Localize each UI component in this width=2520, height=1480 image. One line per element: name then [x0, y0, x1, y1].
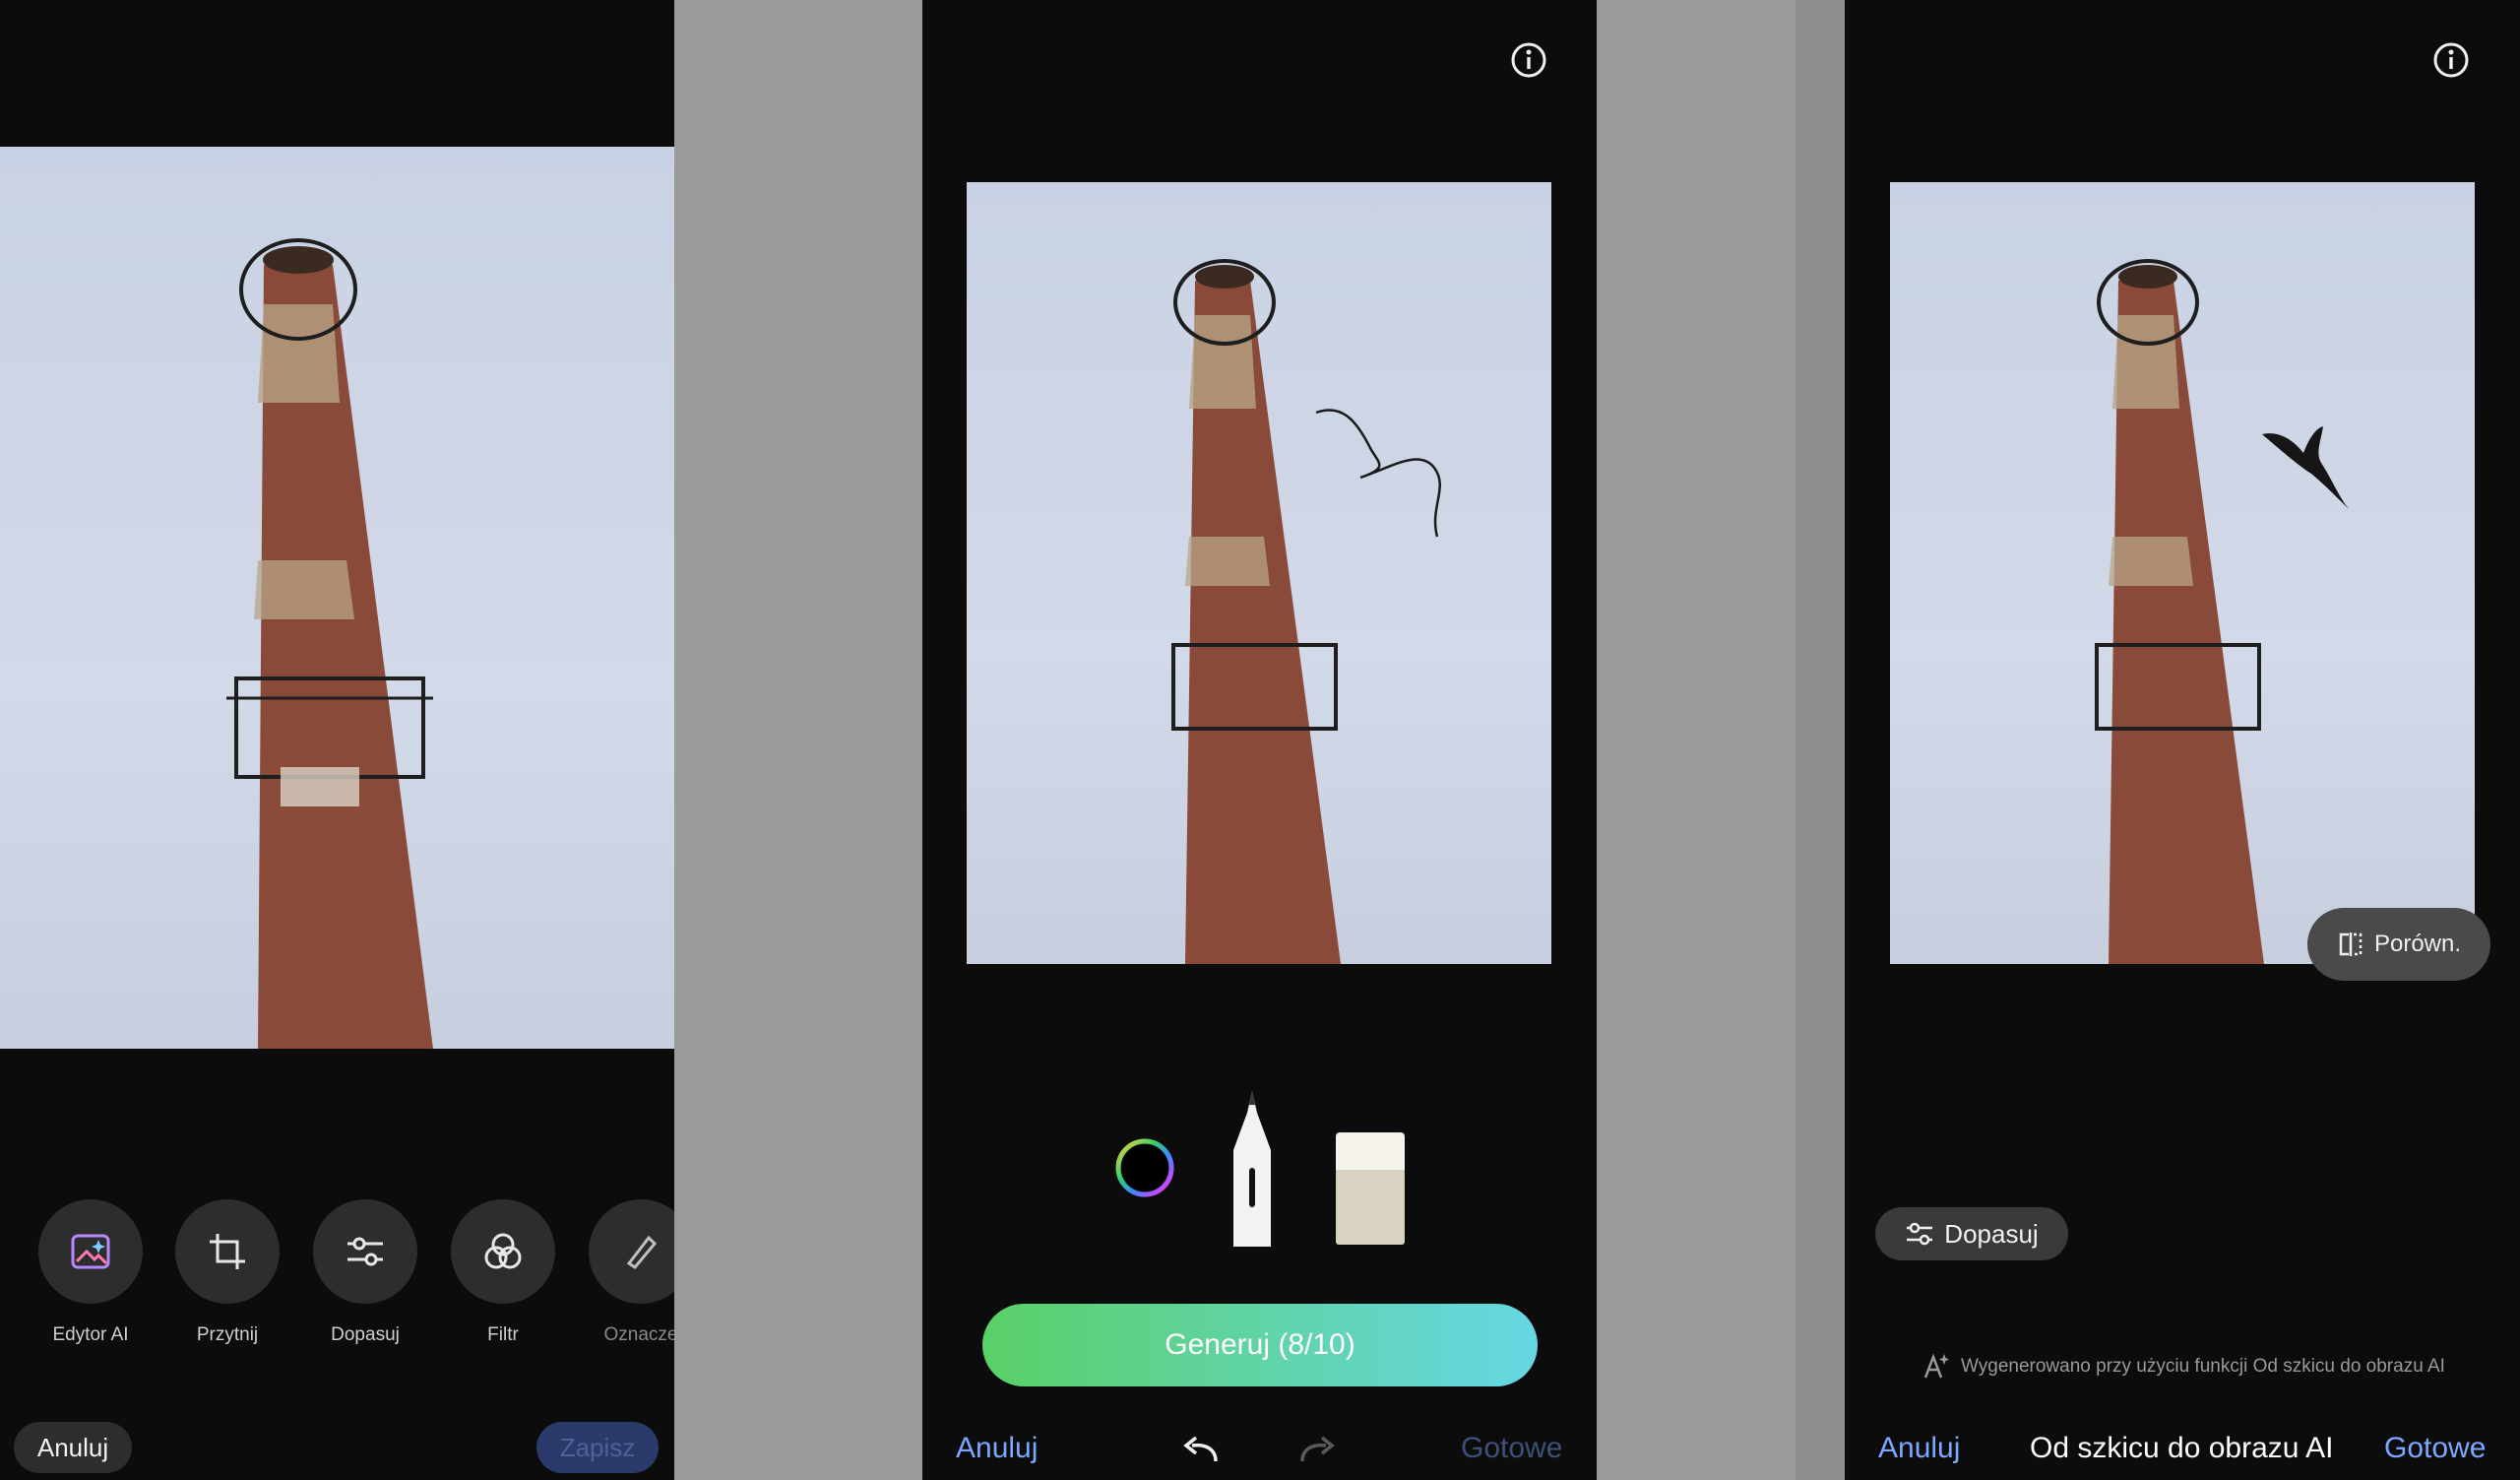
adjust-button[interactable]: Dopasuj — [1875, 1207, 2068, 1260]
background-strip — [1597, 0, 1796, 1480]
tool-label-ai-editor: Edytor AI — [52, 1324, 129, 1345]
done-button[interactable]: Gotowe — [1461, 1432, 1562, 1465]
adjust-sliders-icon — [1907, 1222, 1933, 1246]
filter-circles-icon — [484, 1233, 522, 1269]
tool-label-adjust: Dopasuj — [331, 1324, 400, 1345]
cancel-button[interactable]: Anuluj — [14, 1422, 132, 1473]
chimney-illustration — [1171, 259, 1441, 964]
chimney-illustration — [226, 238, 433, 1049]
tool-label-crop: Przytnij — [196, 1324, 259, 1345]
tool-label-markup: Oznacze — [603, 1324, 675, 1345]
compare-button[interactable]: Porówn. — [2307, 908, 2490, 981]
cancel-button[interactable]: Anuluj — [1878, 1432, 1960, 1465]
tool-filter[interactable] — [451, 1199, 555, 1304]
generate-button[interactable]: Generuj (8/10) — [982, 1304, 1538, 1386]
adjust-sliders-icon — [347, 1237, 383, 1266]
compare-icon — [2339, 933, 2362, 956]
sketch-panel: Generuj (8/10) Anuluj Gotowe — [922, 0, 1597, 1480]
user-sketch-stroke — [1315, 409, 1441, 538]
background-strip — [674, 0, 922, 1480]
pen-tool-icon[interactable] — [1228, 1091, 1277, 1247]
redo-icon[interactable] — [1296, 1434, 1338, 1467]
crop-icon — [210, 1234, 245, 1269]
tool-crop[interactable] — [175, 1199, 280, 1304]
generated-bird — [2262, 426, 2349, 509]
info-icon[interactable] — [1510, 41, 1547, 79]
markup-pen-icon — [626, 1235, 658, 1269]
cancel-button[interactable]: Anuluj — [956, 1432, 1038, 1465]
ai-editor-icon — [71, 1234, 110, 1269]
tool-ai-editor[interactable] — [38, 1199, 143, 1304]
tool-label-filter: Filtr — [487, 1324, 519, 1345]
page-title: Od szkicu do obrazu AI — [2030, 1432, 2334, 1464]
compare-label: Porówn. — [2373, 931, 2462, 957]
done-button[interactable]: Gotowe — [2384, 1432, 2486, 1465]
save-button[interactable]: Zapisz — [536, 1422, 659, 1473]
adjust-label: Dopasuj — [1944, 1218, 2039, 1249]
undo-icon[interactable] — [1180, 1434, 1222, 1467]
tool-adjust[interactable] — [313, 1199, 417, 1304]
generated-note: Wygenerowano przy użyciu funkcji Od szki… — [1961, 1356, 2445, 1377]
result-panel: Porówn. Dopasuj Wygenerowano przy użyciu… — [1845, 0, 2520, 1480]
color-picker-icon[interactable] — [1113, 1136, 1176, 1199]
editor-panel: Edytor AI Przytnij Dopasuj Filtr Oznacze… — [0, 0, 674, 1480]
eraser-tool-icon[interactable] — [1334, 1130, 1407, 1247]
photo-chimney — [0, 147, 674, 1049]
photo-chimney-with-bird — [1890, 182, 2475, 964]
chimney-illustration — [2095, 259, 2349, 964]
info-icon[interactable] — [2432, 41, 2470, 79]
tool-markup[interactable] — [589, 1199, 674, 1304]
ai-generated-icon — [1923, 1353, 1949, 1379]
photo-chimney-with-sketch — [967, 182, 1551, 964]
